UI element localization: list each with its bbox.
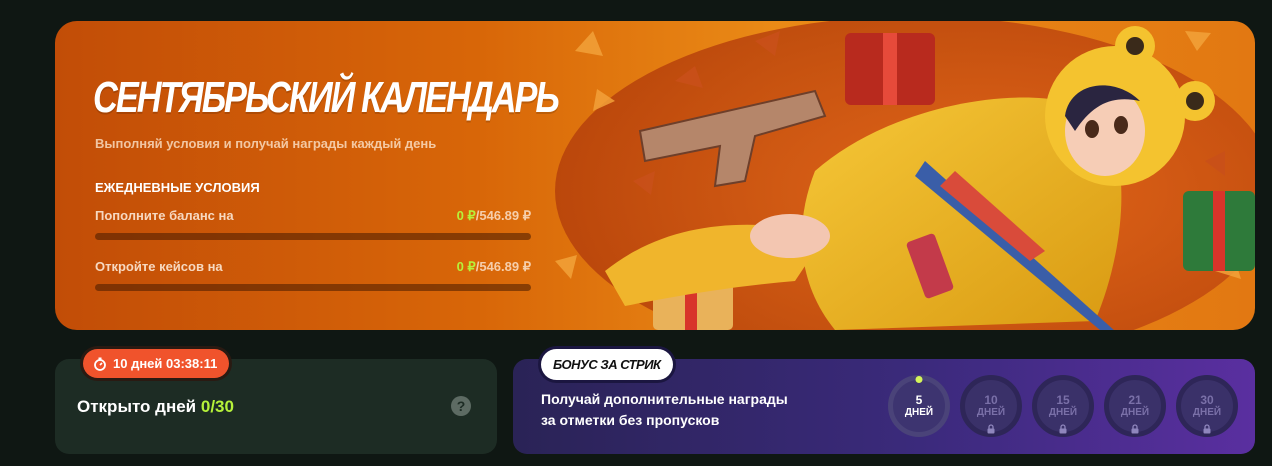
countdown-badge: 10 дней 03:38:11: [83, 349, 230, 378]
active-dot: [915, 376, 923, 383]
september-calendar-banner: СЕНТЯБРЬСКИЙ КАЛЕНДАРЬ Выполняй условия …: [55, 21, 1255, 330]
opened-days: Открыто дней 0/30: [77, 397, 234, 417]
help-glyph: ?: [456, 398, 466, 414]
page-subtitle: Выполняй условия и получай награды кажды…: [95, 136, 437, 151]
condition-current: 0 ₽: [456, 208, 476, 223]
streak-step-10[interactable]: 10 ДНЕЙ: [960, 375, 1022, 437]
lock-icon: [1131, 424, 1139, 434]
countdown-text: 10 дней 03:38:11: [113, 356, 218, 371]
condition-value: 0 ₽/546.89 ₽: [457, 208, 531, 224]
condition-value: 0 ₽/546.89 ₽: [457, 259, 531, 275]
step-number: 30: [1200, 393, 1214, 407]
opened-days-label: Открыто дней: [77, 397, 197, 416]
description-line-2: за отметки без пропусков: [541, 412, 720, 428]
streak-step-30[interactable]: 30 ДНЕЙ: [1176, 375, 1238, 437]
daily-conditions-header: ЕЖЕДНЕВНЫЕ УСЛОВИЯ: [95, 180, 260, 195]
step-label: ДНЕЙ: [1192, 407, 1222, 418]
condition-total: 546.89 ₽: [479, 259, 531, 274]
step-label: ДНЕЙ: [1048, 407, 1078, 418]
condition-current: 0 ₽: [456, 259, 476, 274]
step-number: 5: [915, 393, 923, 407]
question-icon[interactable]: ?: [451, 396, 471, 416]
opened-days-value: 0/30: [200, 397, 234, 416]
condition-open-cases: Откройте кейсов на 0 ₽/546.89 ₽: [95, 259, 531, 291]
streak-bonus-badge: БОНУС ЗА СТРИК: [541, 349, 673, 380]
lock-icon: [987, 424, 995, 434]
step-label: ДНЕЙ: [976, 407, 1006, 418]
streak-bonus-description: Получай дополнительные награды за отметк…: [541, 389, 788, 431]
step-label: ДНЕЙ: [1120, 407, 1150, 418]
step-number: 21: [1128, 393, 1142, 407]
step-number: 10: [984, 393, 998, 407]
lock-icon: [1203, 424, 1211, 434]
streak-step-15[interactable]: 15 ДНЕЙ: [1032, 375, 1094, 437]
streak-step-21[interactable]: 21 ДНЕЙ: [1104, 375, 1166, 437]
lock-icon: [1059, 424, 1067, 434]
step-number: 15: [1056, 393, 1070, 407]
stopwatch-icon: [94, 357, 106, 371]
condition-deposit: Пополните баланс на 0 ₽/546.89 ₽: [95, 208, 531, 240]
progress-track: [95, 233, 531, 240]
progress-track: [95, 284, 531, 291]
condition-total: 546.89 ₽: [479, 208, 531, 223]
page-title: СЕНТЯБРЬСКИЙ КАЛЕНДАРЬ: [93, 73, 560, 122]
step-label: ДНЕЙ: [904, 407, 934, 418]
description-line-1: Получай дополнительные награды: [541, 391, 788, 407]
streak-step-5[interactable]: 5 ДНЕЙ: [888, 375, 950, 437]
